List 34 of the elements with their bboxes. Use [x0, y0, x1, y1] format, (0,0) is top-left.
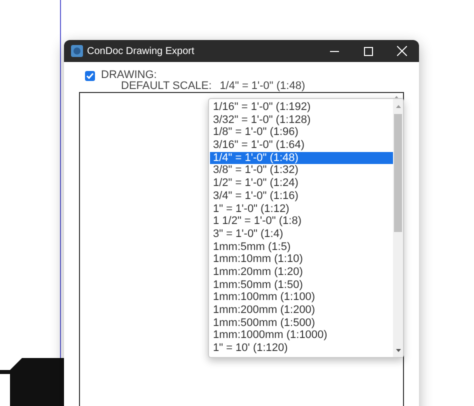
scrollbar[interactable] — [393, 99, 403, 357]
dropdown-option[interactable]: 1/2" = 1'-0" (1:24) — [210, 177, 393, 190]
dropdown-option[interactable]: 1mm:500mm (1:500) — [210, 316, 393, 330]
dropdown-option[interactable]: 3/32" = 1'-0" (1:128) — [210, 114, 393, 126]
dropdown-option[interactable]: 1mm:5mm (1:5) — [210, 240, 393, 254]
dropdown-option[interactable]: 1mm:200mm (1:200) — [210, 304, 393, 317]
dropdown-option[interactable]: 1mm:50mm (1:50) — [210, 278, 393, 292]
dropdown-option[interactable]: 1mm:1000mm (1:1000) — [210, 329, 393, 342]
dropdown-option[interactable]: 1mm:10mm (1:10) — [210, 253, 393, 266]
scale-label: DEFAULT SCALE: — [121, 81, 212, 92]
close-icon — [397, 46, 407, 56]
dropdown-option[interactable]: 3/4" = 1'-0" (1:16) — [210, 190, 393, 202]
dropdown-option[interactable]: 3" = 1'-0" (1:4) — [210, 228, 393, 241]
window-title: ConDoc Drawing Export — [87, 44, 194, 58]
dropdown-option[interactable]: 1 1/2" = 1'-0" (1:8) — [210, 215, 393, 228]
scroll-up-icon — [396, 105, 400, 108]
dropdown-option[interactable]: 1/16" = 1'-0" (1:192) — [210, 101, 393, 114]
dropdown-option[interactable]: 1mm:100mm (1:100) — [210, 291, 393, 304]
maximize-icon — [364, 46, 372, 56]
scroll-down-icon — [396, 349, 400, 352]
dropdown-option[interactable]: 1" = 10' (1:120) — [210, 342, 393, 355]
dropdown-option[interactable]: 1/4" = 1'-0" (1:48) — [210, 152, 393, 164]
dropdown-option[interactable]: 3/16" = 1'-0" (1:64) — [210, 139, 393, 152]
app-icon — [71, 45, 83, 57]
scale-select[interactable]: 1/4" = 1'-0" (1:48) — [220, 81, 306, 92]
dropdown-option[interactable]: 3/8" = 1'-0" (1:32) — [210, 164, 393, 178]
minimize-icon — [330, 50, 338, 52]
dropdown-option[interactable]: 1" = 1'-0" (1:12) — [210, 202, 393, 216]
drawing-checkbox[interactable] — [85, 70, 95, 80]
checkbox-label: DRAWING: — [101, 69, 157, 81]
wall-drawing — [0, 358, 64, 406]
scroll-thumb[interactable] — [394, 114, 402, 232]
dropdown-option[interactable]: 1mm:20mm (1:20) — [210, 266, 393, 279]
dropdown-option[interactable]: 1/8" = 1'-0" (1:96) — [210, 126, 393, 140]
